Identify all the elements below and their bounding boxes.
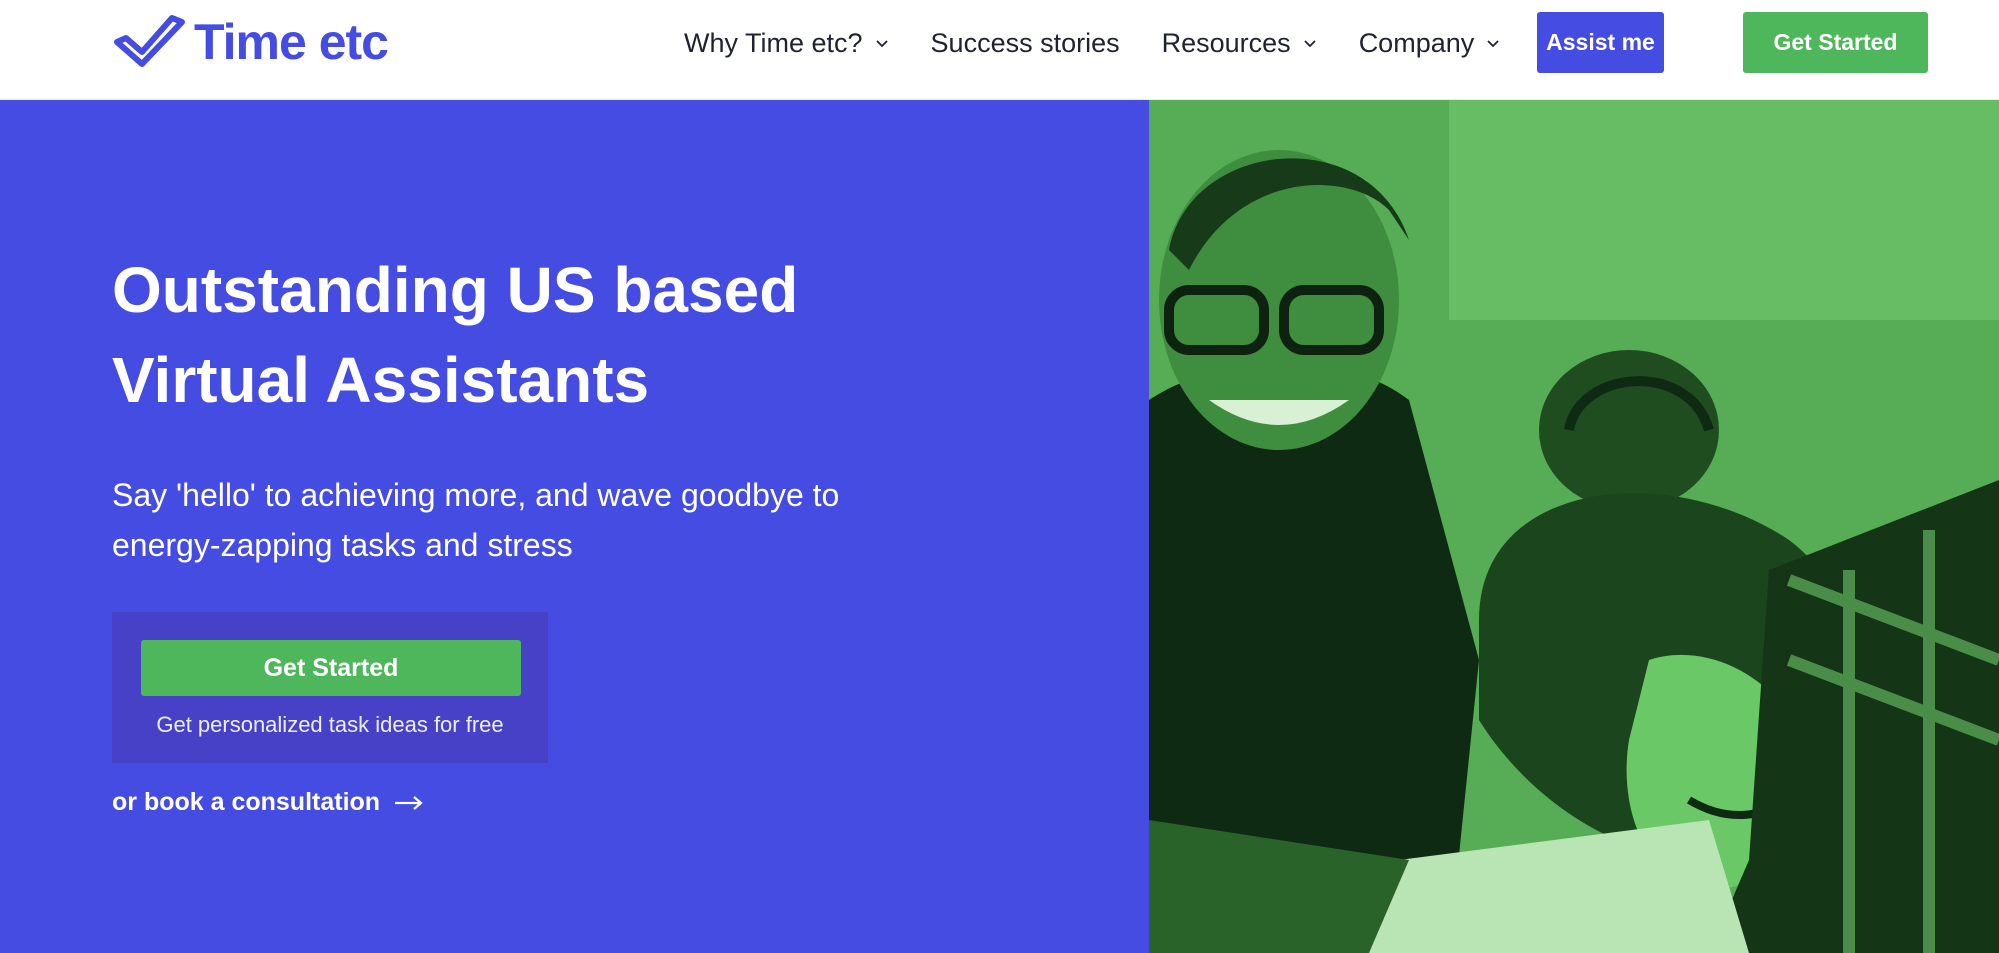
nav-label: Why Time etc? bbox=[684, 27, 863, 58]
nav-company[interactable]: Company bbox=[1359, 28, 1501, 59]
hero-title: Outstanding US based Virtual Assistants bbox=[112, 245, 1012, 425]
cta-box: Get Started Get personalized task ideas … bbox=[112, 612, 548, 763]
hero-photo bbox=[1149, 100, 1999, 953]
arrow-right-icon bbox=[395, 795, 423, 810]
cta-note: Get personalized task ideas for free bbox=[156, 712, 504, 737]
nav-resources[interactable]: Resources bbox=[1162, 28, 1317, 59]
chevron-down-icon bbox=[875, 39, 888, 47]
hero-title-line2: Virtual Assistants bbox=[112, 344, 650, 416]
hero-get-started-button[interactable]: Get Started bbox=[141, 640, 521, 696]
assist-me-button[interactable]: Assist me bbox=[1537, 12, 1664, 73]
nav-label: Success stories bbox=[930, 27, 1120, 58]
nav-label: Resources bbox=[1161, 27, 1291, 58]
chevron-down-icon bbox=[1487, 39, 1499, 47]
hero-subtitle-line2: energy-zapping tasks and stress bbox=[112, 527, 573, 563]
nav-why-time-etc[interactable]: Why Time etc? bbox=[684, 28, 889, 59]
logo[interactable]: Time etc bbox=[112, 12, 389, 72]
main-nav: Why Time etc? Success stories Resources … bbox=[684, 0, 1542, 86]
hero-subtitle: Say 'hello' to achieving more, and wave … bbox=[112, 470, 892, 570]
nav-label: Company bbox=[1358, 27, 1475, 58]
hero-title-line1: Outstanding US based bbox=[112, 254, 799, 326]
book-consultation-link[interactable]: or book a consultation bbox=[112, 788, 424, 817]
chevron-down-icon bbox=[1304, 39, 1316, 47]
hero-subtitle-line1: Say 'hello' to achieving more, and wave … bbox=[112, 477, 840, 513]
people-photo-illustration bbox=[1149, 100, 1999, 953]
consult-label: or book a consultation bbox=[112, 788, 381, 816]
logo-check-icon bbox=[114, 15, 185, 67]
logo-text: Time etc bbox=[194, 14, 389, 70]
nav-success-stories[interactable]: Success stories bbox=[931, 28, 1120, 59]
hero-section: Outstanding US based Virtual Assistants … bbox=[0, 100, 1149, 953]
site-header: Time etc Why Time etc? Success stories R… bbox=[0, 0, 1999, 100]
header-get-started-button[interactable]: Get Started bbox=[1743, 12, 1928, 73]
